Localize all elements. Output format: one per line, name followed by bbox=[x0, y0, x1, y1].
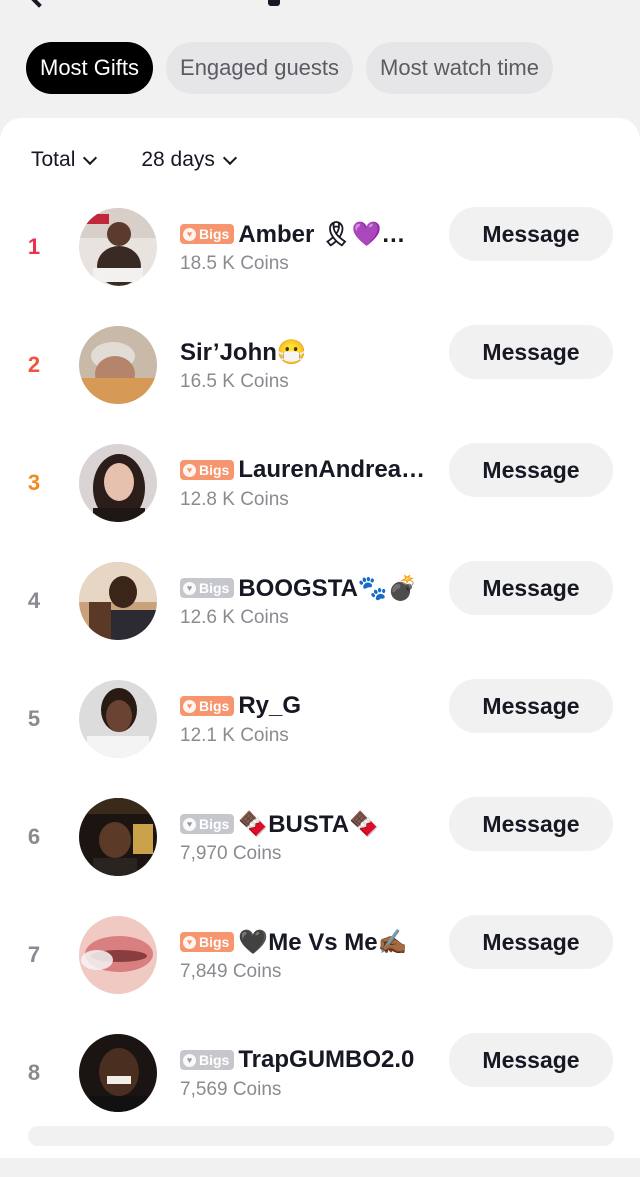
ranking-tabs: Most Gifts Engaged guests Most watch tim… bbox=[26, 42, 553, 94]
username[interactable]: 🍫BUSTA🍫 bbox=[238, 810, 379, 839]
heart-icon: ♥ bbox=[183, 227, 196, 241]
coin-count: 7,849 Coins bbox=[180, 961, 282, 982]
username[interactable]: LaurenAndrea… bbox=[238, 456, 425, 484]
user-info: ♥ Bigs LaurenAndrea… 12.8 K Coins bbox=[180, 453, 448, 511]
message-button[interactable]: Message bbox=[449, 207, 613, 261]
badge-label: Bigs bbox=[199, 580, 230, 596]
rank-number: 5 bbox=[27, 706, 41, 731]
user-info: ♥ Bigs Ry_G 12.1 K Coins bbox=[180, 689, 448, 747]
rank-number: 8 bbox=[27, 1060, 41, 1085]
username[interactable]: Ry_G bbox=[238, 692, 301, 720]
heart-icon: ♥ bbox=[183, 817, 196, 831]
scope-filter-dropdown[interactable]: Total bbox=[31, 148, 98, 172]
page-title-fragment bbox=[268, 0, 280, 6]
back-arrow-icon[interactable] bbox=[26, 0, 52, 8]
badge-label: Bigs bbox=[199, 226, 230, 242]
next-row-placeholder bbox=[28, 1126, 614, 1146]
avatar[interactable] bbox=[79, 208, 157, 286]
avatar[interactable] bbox=[79, 326, 157, 404]
filter-bar: Total 28 days bbox=[31, 148, 237, 172]
tab-engaged-guests[interactable]: Engaged guests bbox=[166, 42, 354, 94]
user-info: ♥ Bigs 🖤Me Vs Me✍🏾 7,849 Coins bbox=[180, 925, 448, 983]
coin-count: 16.5 K Coins bbox=[180, 371, 289, 392]
heart-icon: ♥ bbox=[183, 699, 196, 713]
message-button[interactable]: Message bbox=[449, 915, 613, 969]
heart-icon: ♥ bbox=[183, 581, 196, 595]
message-button[interactable]: Message bbox=[449, 1033, 613, 1087]
heart-icon: ♥ bbox=[183, 935, 196, 949]
badge-label: Bigs bbox=[199, 462, 230, 478]
user-info: Sir’John😷 16.5 K Coins bbox=[180, 335, 448, 393]
tab-most-watch-time[interactable]: Most watch time bbox=[366, 42, 553, 94]
avatar[interactable] bbox=[79, 680, 157, 758]
badge-label: Bigs bbox=[199, 816, 230, 832]
message-button[interactable]: Message bbox=[449, 561, 613, 615]
bigs-badge: ♥ Bigs bbox=[180, 814, 235, 834]
badge-label: Bigs bbox=[199, 1052, 230, 1068]
coin-count: 12.8 K Coins bbox=[180, 489, 289, 510]
coin-count: 7,569 Coins bbox=[180, 1079, 282, 1100]
chevron-down-icon bbox=[222, 150, 237, 165]
period-filter-dropdown[interactable]: 28 days bbox=[141, 148, 237, 172]
rank-number: 3 bbox=[27, 470, 41, 495]
rank-number: 6 bbox=[27, 824, 41, 849]
user-info: ♥ Bigs TrapGUMBO2.0 7,569 Coins bbox=[180, 1043, 448, 1101]
avatar[interactable] bbox=[79, 1034, 157, 1112]
username[interactable]: TrapGUMBO2.0 bbox=[238, 1046, 414, 1074]
period-filter-label: 28 days bbox=[141, 148, 215, 171]
bigs-badge: ♥ Bigs bbox=[180, 224, 235, 244]
badge-label: Bigs bbox=[199, 698, 230, 714]
rank-number: 4 bbox=[27, 588, 41, 613]
user-info: ♥ Bigs 🍫BUSTA🍫 7,970 Coins bbox=[180, 807, 448, 865]
rank-number: 1 bbox=[27, 234, 41, 259]
scope-filter-label: Total bbox=[31, 148, 76, 171]
coin-count: 7,970 Coins bbox=[180, 843, 282, 864]
rank-number: 7 bbox=[27, 942, 41, 967]
bigs-badge: ♥ Bigs bbox=[180, 932, 235, 952]
avatar[interactable] bbox=[79, 916, 157, 994]
user-info: ♥ Bigs BOOGSTA🐾💣 12.6 K Coins bbox=[180, 571, 448, 629]
rank-number: 2 bbox=[27, 352, 41, 377]
leaderboard-row: 8 ♥ Bigs TrapGUMBO2.0 7,569 Coins Messag… bbox=[0, 1033, 640, 1177]
tab-most-gifts[interactable]: Most Gifts bbox=[26, 42, 154, 94]
username[interactable]: 🖤Me Vs Me✍🏾 bbox=[238, 928, 407, 957]
message-button[interactable]: Message bbox=[449, 797, 613, 851]
message-button[interactable]: Message bbox=[449, 679, 613, 733]
heart-icon: ♥ bbox=[183, 1053, 196, 1067]
coin-count: 12.6 K Coins bbox=[180, 607, 289, 628]
coin-count: 12.1 K Coins bbox=[180, 725, 289, 746]
username[interactable]: Amber 🎗💜… bbox=[238, 220, 405, 249]
user-info: ♥ Bigs Amber 🎗💜… 18.5 K Coins bbox=[180, 217, 448, 275]
message-button[interactable]: Message bbox=[449, 443, 613, 497]
avatar[interactable] bbox=[79, 798, 157, 876]
bigs-badge: ♥ Bigs bbox=[180, 578, 235, 598]
badge-label: Bigs bbox=[199, 934, 230, 950]
message-button[interactable]: Message bbox=[449, 325, 613, 379]
bigs-badge: ♥ Bigs bbox=[180, 1050, 235, 1070]
coin-count: 18.5 K Coins bbox=[180, 253, 289, 274]
avatar[interactable] bbox=[79, 444, 157, 522]
top-bar bbox=[0, 0, 640, 12]
chevron-down-icon bbox=[83, 150, 98, 165]
username[interactable]: BOOGSTA🐾💣 bbox=[238, 574, 417, 603]
bigs-badge: ♥ Bigs bbox=[180, 460, 235, 480]
heart-icon: ♥ bbox=[183, 463, 196, 477]
username[interactable]: Sir’John😷 bbox=[180, 338, 307, 367]
avatar[interactable] bbox=[79, 562, 157, 640]
bigs-badge: ♥ Bigs bbox=[180, 696, 235, 716]
